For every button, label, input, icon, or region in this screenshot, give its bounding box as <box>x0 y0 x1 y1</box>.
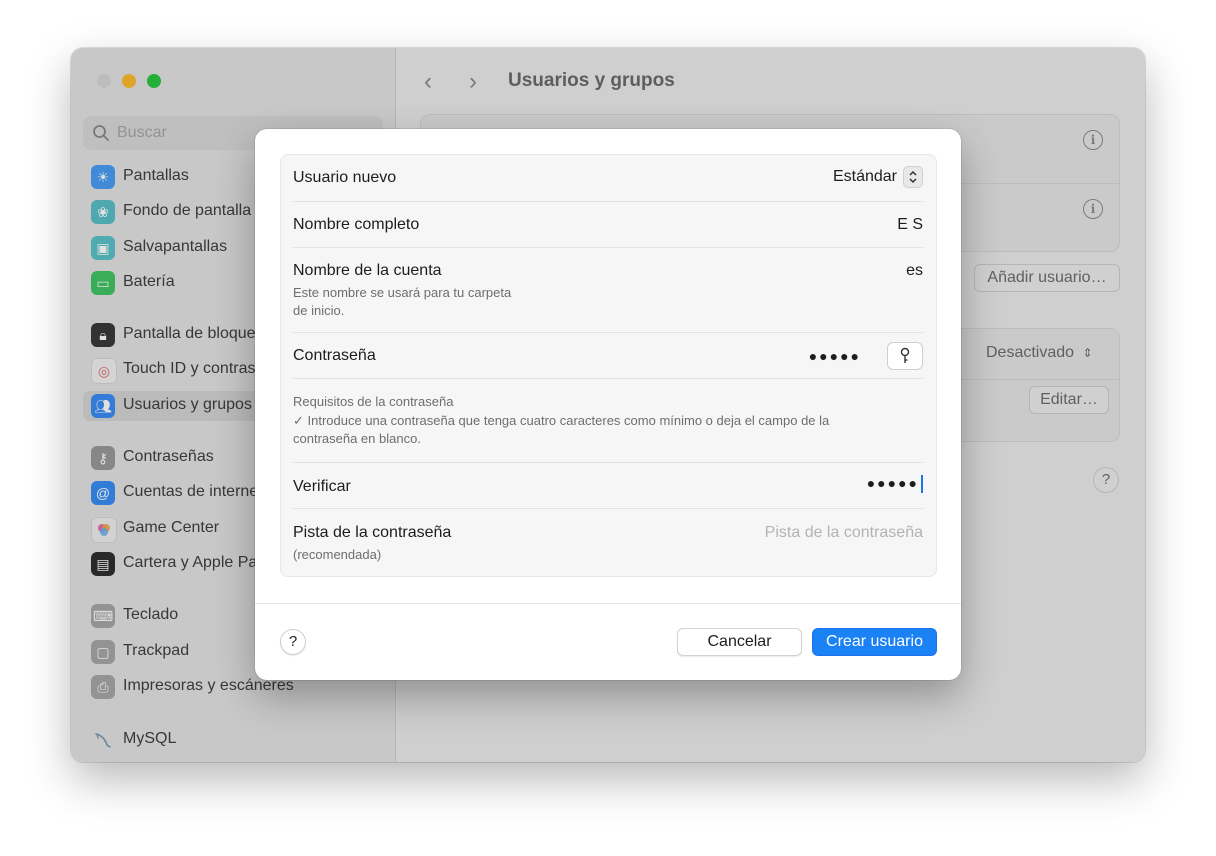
password-input[interactable]: ●●●●● <box>809 348 861 364</box>
password-hint-input[interactable]: Pista de la contraseña <box>765 524 923 542</box>
user-type-value: Estándar <box>832 168 897 185</box>
account-name-note: de inicio. <box>293 303 345 318</box>
requirements-text: ✓ Introduce una contraseña que tenga cua… <box>293 413 830 428</box>
full-name-input[interactable]: E S <box>897 216 923 234</box>
row-verify: Verificar ●●●●● <box>293 462 923 509</box>
verify-label: Verificar <box>293 478 351 495</box>
password-assistant-button[interactable] <box>887 342 923 370</box>
hint-sublabel: (recomendada) <box>293 547 382 562</box>
row-account-name: Nombre de la cuenta es Este nombre se us… <box>293 247 923 333</box>
password-label: Contraseña <box>293 347 376 364</box>
new-user-dialog: Usuario nuevo Estándar Nombre completo E… <box>255 129 961 680</box>
row-password: Contraseña ●●●●● <box>293 332 923 379</box>
user-type-select[interactable]: Estándar <box>833 165 923 189</box>
create-user-button[interactable]: Crear usuario <box>812 628 937 656</box>
requirements-title: Requisitos de la contraseña <box>293 394 454 409</box>
row-user-type: Usuario nuevo Estándar <box>293 155 923 202</box>
row-full-name: Nombre completo E S <box>293 201 923 248</box>
new-user-label: Usuario nuevo <box>293 169 397 186</box>
row-password-hint: Pista de la contraseña (recomendada) Pis… <box>293 508 923 576</box>
key-icon <box>900 347 910 363</box>
row-password-requirements: Requisitos de la contraseña ✓ Introduce … <box>293 378 923 463</box>
full-name-label: Nombre completo <box>293 216 420 233</box>
account-name-note: Este nombre se usará para tu carpeta <box>293 285 512 300</box>
account-name-input[interactable]: es <box>906 262 923 280</box>
requirements-text: contraseña en blanco. <box>293 431 421 446</box>
new-user-form: Usuario nuevo Estándar Nombre completo E… <box>280 154 937 577</box>
dialog-divider <box>255 603 961 604</box>
account-name-label: Nombre de la cuenta <box>293 262 442 279</box>
help-button[interactable]: ? <box>280 629 306 655</box>
hint-label: Pista de la contraseña <box>293 524 452 541</box>
chevron-up-down-icon <box>903 166 923 188</box>
text-caret <box>921 475 923 493</box>
verify-value: ●●●●● <box>866 475 919 492</box>
cancel-button[interactable]: Cancelar <box>677 628 802 656</box>
verify-input[interactable]: ●●●●● <box>867 475 923 493</box>
